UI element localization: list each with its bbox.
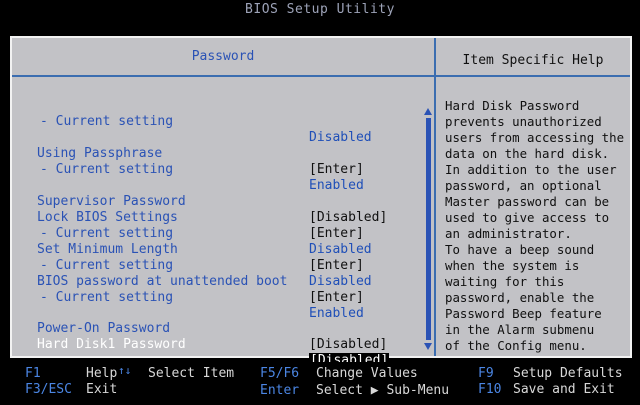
help-divider [436,75,630,77]
panel-title: Password [191,49,255,64]
f10-key[interactable]: F10 [478,382,501,397]
setting-value[interactable]: [Disabled] [309,210,387,226]
f9-desc: Setup Defaults [513,366,623,381]
f1-desc: Help [86,366,118,381]
setting-row[interactable]: - Current setting Disabled [12,210,372,257]
setting-value[interactable]: [Enter] [309,258,364,274]
help-line: waiting for this [445,274,565,289]
window-title: BIOS Setup Utility [245,2,395,17]
esc-key[interactable]: F3/ESC [25,382,72,397]
arrows-desc: Select Item [148,366,235,381]
f10-desc: Save and Exit [513,382,615,397]
enter-key[interactable]: Enter [260,383,299,398]
setting-label: - Current setting [40,226,174,241]
column-divider [434,38,436,356]
setting-row-hard-disk1-password[interactable]: Hard Disk1 Password [Disabled] [12,321,390,369]
setting-row-set-minimum-length[interactable]: Set Minimum Length [Enter] [12,226,364,273]
help-line: data on the hard disk. [445,146,610,161]
help-line: password, an optional [445,178,602,193]
scroll-down-arrow-icon[interactable] [424,343,432,350]
esc-desc: Exit [86,382,118,397]
setting-value: Disabled [309,242,372,257]
setting-label: Lock BIOS Settings [37,210,178,225]
setting-label: Power-On Password [37,321,171,336]
help-line: Hard Disk Password [445,98,580,113]
setting-value: Enabled [309,178,364,193]
setting-value[interactable]: [Disabled] [309,337,387,353]
f5f6-key[interactable]: F5/F6 [260,366,299,381]
help-line: an administrator. [445,226,572,241]
setting-value: Disabled [309,274,372,289]
help-text: Hard Disk Password prevents unauthorized… [445,98,625,354]
setting-label: - Current setting [40,114,174,129]
setting-row[interactable]: - Current setting Enabled [12,146,364,193]
setting-label: - Current setting [40,162,174,177]
panel-divider [12,75,434,77]
setting-value[interactable]: [Enter] [309,290,364,306]
f5f6-desc: Change Values [316,366,418,381]
setting-label-selected: Hard Disk1 Password [37,337,186,352]
setting-value: Enabled [309,306,364,321]
help-line: of the Config menu. [445,338,587,353]
help-line: used to give access to [445,210,610,225]
help-line: In addition to the user [445,162,617,177]
setting-value[interactable]: [Enter] [309,226,364,242]
help-line: users from accessing the [445,130,625,145]
setting-row-lock-bios-settings[interactable]: Lock BIOS Settings [Enter] [12,194,364,241]
setting-label: Set Minimum Length [37,242,178,257]
setting-label: Supervisor Password [37,194,186,209]
setting-value: Disabled [309,130,372,145]
help-line: password, enable the [445,290,595,305]
help-line: when the system is [445,258,580,273]
setting-value[interactable]: [Enter] [309,162,364,178]
setting-row[interactable]: - Current setting Disabled [12,98,372,145]
setting-row[interactable]: - Current setting Enabled [12,274,364,321]
setting-label: BIOS password at unattended boot [37,274,288,289]
setting-label: - Current setting [40,258,174,273]
setting-row-using-passphrase[interactable]: Using Passphrase [Enter] [12,130,364,177]
f1-key[interactable]: F1 [25,366,41,381]
setup-panel: Password Item Specific Help - Current se… [10,36,632,369]
up-down-arrows-icon: ↑↓ [118,364,132,377]
setting-row-supervisor-password[interactable]: Supervisor Password [Disabled] [12,178,387,225]
help-line: prevents unauthorized [445,114,602,129]
help-line: in the Alarm submenu [445,322,595,337]
setting-row-unattended-boot[interactable]: BIOS password at unattended boot [Enter] [12,258,364,305]
setting-label: - Current setting [40,290,174,305]
scrollbar[interactable] [424,108,432,350]
f9-key[interactable]: F9 [478,366,494,381]
setting-row-power-on-password[interactable]: Power-On Password [Disabled] [12,305,387,352]
help-title: Item Specific Help [462,53,604,68]
enter-desc: Select ▶ Sub-Menu [316,383,450,398]
key-legend: F1 Help ↑↓ Select Item F5/F6 Change Valu… [0,362,640,405]
setting-label: Using Passphrase [37,146,163,161]
help-line: Master password can be [445,194,610,209]
scroll-thumb[interactable] [426,118,431,340]
help-line: To have a beep sound [445,242,595,257]
scroll-up-arrow-icon[interactable] [424,108,432,115]
help-line: Password Beep feature [445,306,602,321]
setting-row[interactable]: - Current setting Disabled [12,242,372,289]
